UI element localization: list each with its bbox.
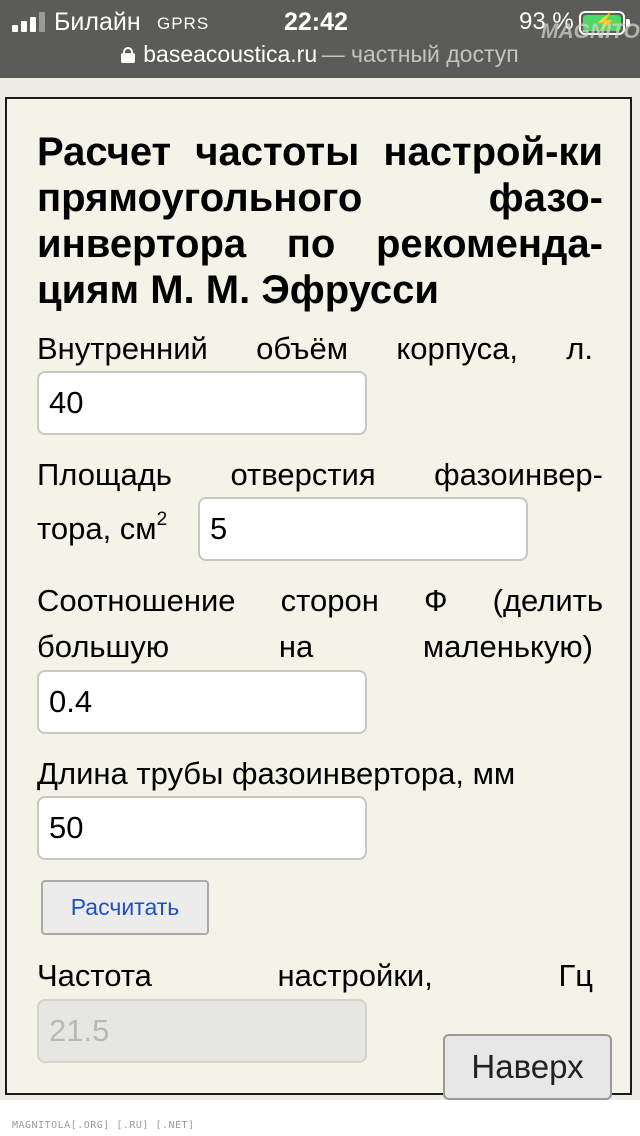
tube-length-input[interactable] [37, 796, 367, 860]
area-label: тора, см2 [37, 506, 197, 552]
status-bar: Билайн GPRS 22:42 93 % ⚡ MAGNITOLA basea… [0, 0, 640, 78]
carrier-name: Билайн [54, 8, 141, 36]
signal-strength-icon [12, 12, 46, 32]
area-label-tail: тора, см [37, 511, 157, 546]
ratio-label-line2: большую на маленькую) [37, 629, 593, 664]
tube-length-label: Длина трубы фазоинвертора, мм [37, 756, 516, 791]
back-to-top-button[interactable]: Наверх [443, 1034, 612, 1100]
url-suffix: — частный доступ [321, 41, 519, 67]
network-type: GPRS [157, 14, 210, 33]
area-label-line1: Площадь отверстия фазоинвер- [37, 457, 603, 492]
footer-text: MAGNITOLA[.ORG] [.RU] [.NET] [12, 1120, 195, 1131]
result-output [37, 999, 367, 1063]
status-time: 22:42 [284, 8, 348, 36]
site-url[interactable]: baseacoustica.ru [143, 41, 317, 67]
calculate-button[interactable]: Расчитать [41, 880, 209, 935]
area-input[interactable] [198, 497, 528, 561]
lock-icon [121, 47, 136, 63]
page-title: Расчет частоты настрой-ки прямоугольного… [37, 130, 603, 312]
volume-label: Внутренний объём корпуса, л. [37, 331, 593, 366]
address-bar[interactable]: baseacoustica.ru — частный доступ [0, 38, 640, 72]
volume-input[interactable] [37, 371, 367, 435]
ratio-label-line1: Соотношение сторон Ф (делить [37, 583, 603, 618]
result-label: Частота настройки, Гц [37, 958, 593, 993]
area-unit-superscript: 2 [156, 509, 168, 530]
ratio-input[interactable] [37, 670, 367, 734]
